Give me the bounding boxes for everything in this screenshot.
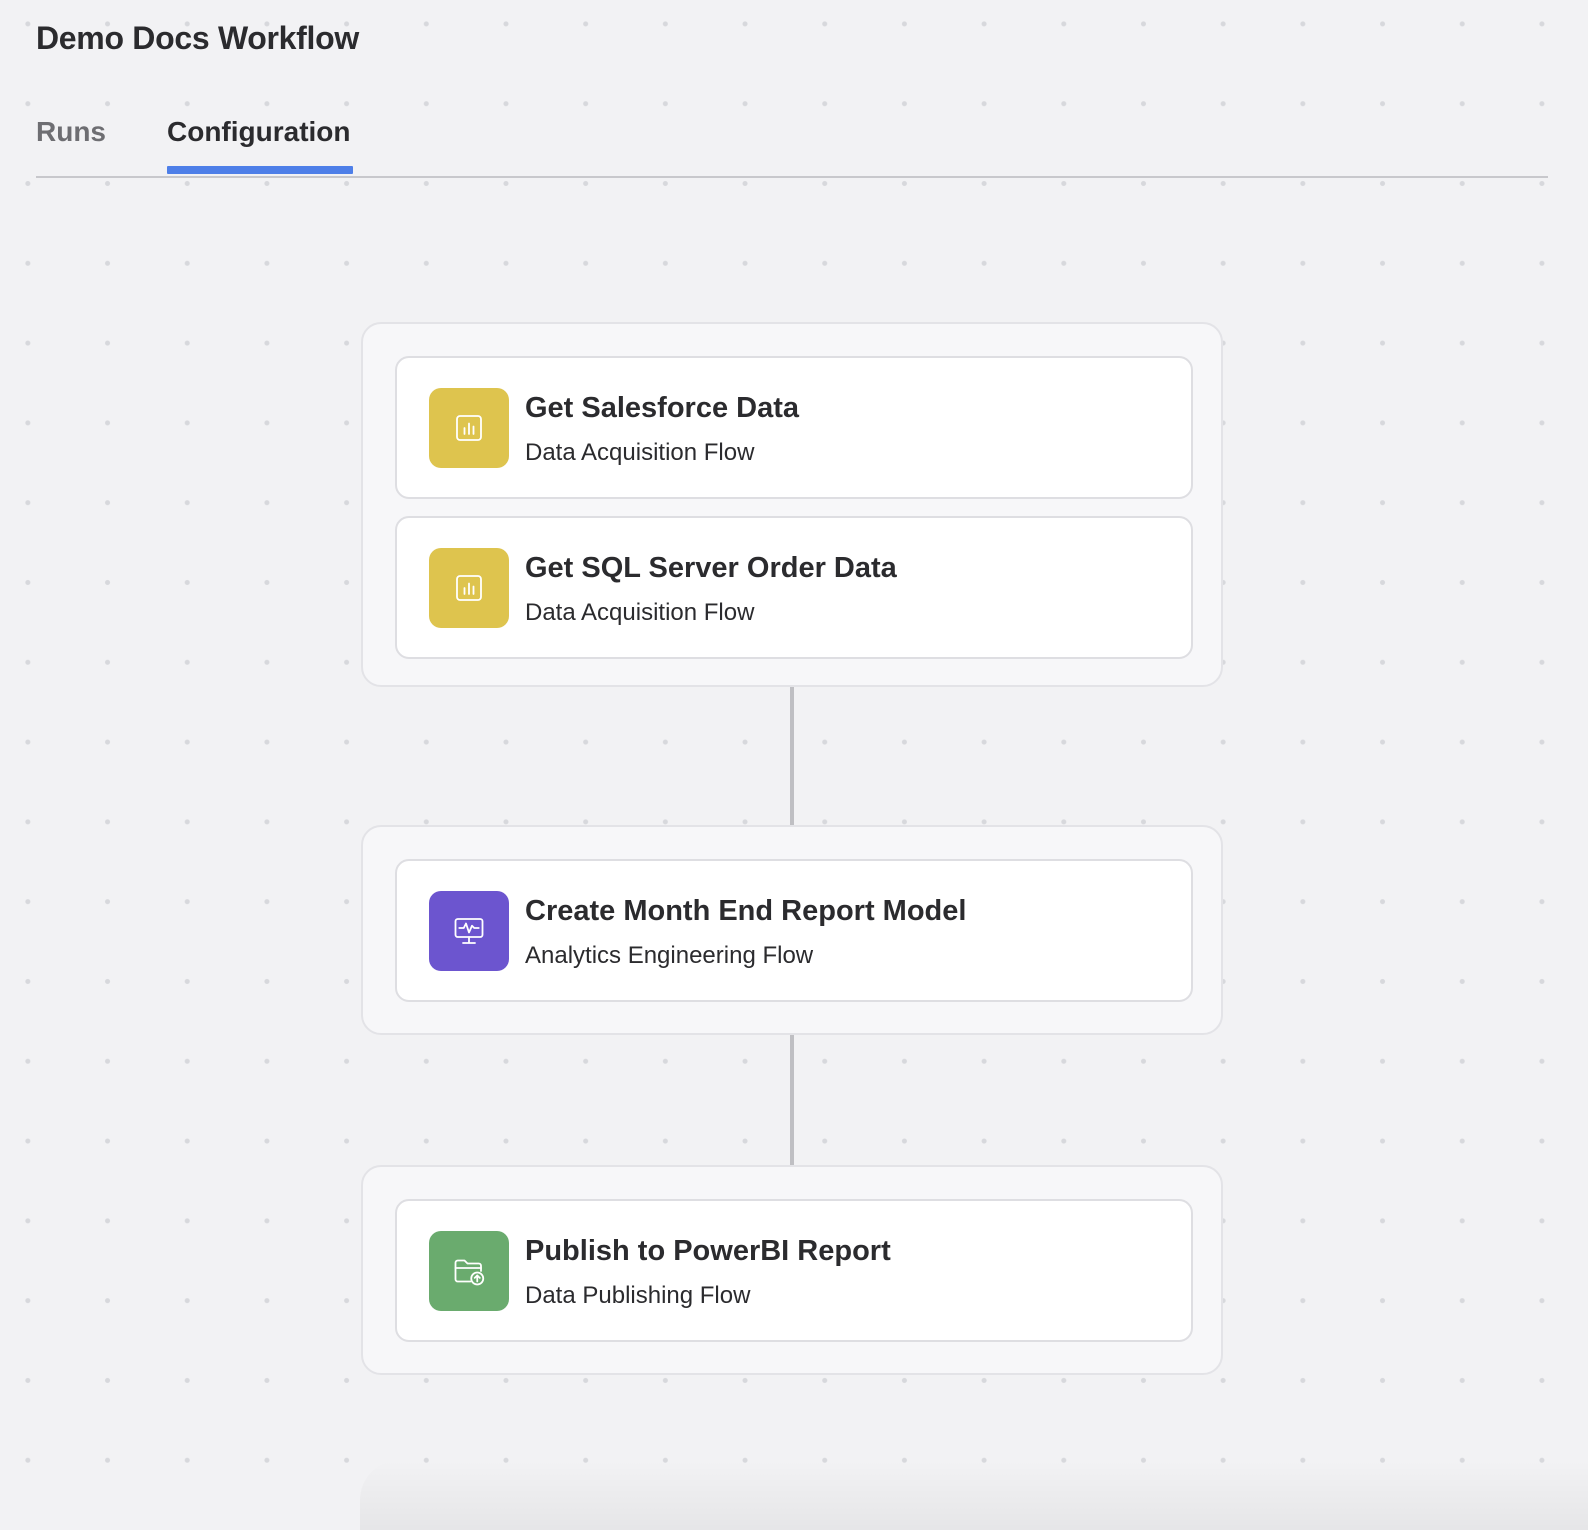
flow-card-subtitle: Data Publishing Flow xyxy=(525,1282,751,1309)
flow-card-title: Publish to PowerBI Report xyxy=(525,1235,891,1267)
bar-chart-icon xyxy=(429,388,509,468)
bottom-panel-shadow xyxy=(360,1460,1588,1530)
active-tab-indicator xyxy=(167,166,353,174)
workflow-step-group: Publish to PowerBI Report Data Publishin… xyxy=(361,1165,1223,1375)
folder-upload-icon xyxy=(429,1231,509,1311)
flow-card-get-sql-server-order-data[interactable]: Get SQL Server Order Data Data Acquisiti… xyxy=(395,516,1193,659)
flow-card-title: Get SQL Server Order Data xyxy=(525,552,897,584)
flow-card-title: Create Month End Report Model xyxy=(525,895,967,927)
workflow-step-group: Create Month End Report Model Analytics … xyxy=(361,825,1223,1035)
bar-chart-icon xyxy=(429,548,509,628)
flow-card-title: Get Salesforce Data xyxy=(525,392,800,424)
tab-configuration[interactable]: Configuration xyxy=(167,116,351,148)
workflow-step-group: Get Salesforce Data Data Acquisition Flo… xyxy=(361,322,1223,687)
tab-bar: Runs Configuration xyxy=(36,100,1548,178)
step-connector xyxy=(790,687,794,825)
page-title: Demo Docs Workflow xyxy=(36,20,359,56)
step-connector xyxy=(790,1035,794,1165)
flow-card-subtitle: Analytics Engineering Flow xyxy=(525,942,814,969)
flow-card-publish-to-powerbi-report[interactable]: Publish to PowerBI Report Data Publishin… xyxy=(395,1199,1193,1342)
tab-runs[interactable]: Runs xyxy=(36,116,106,148)
flow-card-subtitle: Data Acquisition Flow xyxy=(525,599,755,626)
flow-card-create-month-end-report-model[interactable]: Create Month End Report Model Analytics … xyxy=(395,859,1193,1002)
flow-card-subtitle: Data Acquisition Flow xyxy=(525,439,755,466)
monitor-pulse-icon xyxy=(429,891,509,971)
flow-card-get-salesforce-data[interactable]: Get Salesforce Data Data Acquisition Flo… xyxy=(395,356,1193,499)
